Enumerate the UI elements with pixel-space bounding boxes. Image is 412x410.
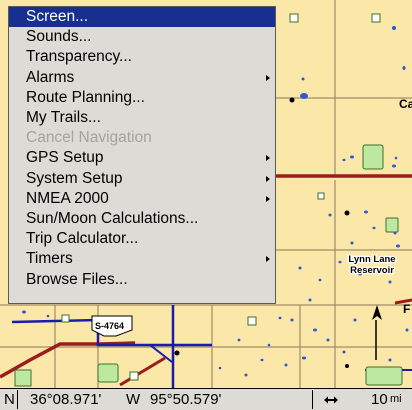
edge-label-f: F xyxy=(403,302,410,316)
submenu-arrow-icon xyxy=(266,155,270,162)
menu-item-cancel-navigation: Cancel Navigation xyxy=(9,128,275,148)
menu-item-timers[interactable]: Timers xyxy=(9,249,275,269)
menu-item-transparency[interactable]: Transparency... xyxy=(9,47,275,67)
menu-item-label: Alarms xyxy=(26,68,75,86)
menu-item-label: Route Planning... xyxy=(26,88,145,106)
menu-item-label: My Trails... xyxy=(26,109,101,126)
latitude-readout: 36°08.971' xyxy=(30,391,102,408)
submenu-arrow-icon xyxy=(266,175,270,182)
menu-item-label: NMEA 2000 xyxy=(26,189,109,207)
place-label-line2: Reservoir xyxy=(350,265,394,276)
menu-item-browse-files[interactable]: Browse Files... xyxy=(9,270,275,290)
submenu-arrow-icon xyxy=(266,74,270,81)
status-bar: N 36°08.971' W 95°50.579' 10 mi xyxy=(0,388,412,410)
gps-screen: S-4764 Lynn Lane Reservoir Ca F Screen..… xyxy=(0,0,412,410)
lon-hemisphere: W xyxy=(126,391,141,408)
status-divider xyxy=(17,390,18,409)
menu-item-sounds[interactable]: Sounds... xyxy=(9,27,275,47)
menu-item-route-planning[interactable]: Route Planning... xyxy=(9,88,275,108)
zoom-unit: mi xyxy=(390,393,402,405)
menu-item-label: Transparency... xyxy=(26,48,132,66)
menu-item-sun-moon-calculations[interactable]: Sun/Moon Calculations... xyxy=(9,209,275,229)
main-menu: Screen... Sounds... Transparency... Alarms R… xyxy=(8,6,276,304)
menu-item-label: Timers xyxy=(26,250,73,268)
submenu-arrow-icon xyxy=(266,256,270,263)
lat-hemisphere: N xyxy=(4,391,15,408)
menu-item-nmea-2000[interactable]: NMEA 2000 xyxy=(9,189,275,209)
menu-item-screen[interactable]: Screen... xyxy=(9,7,275,27)
status-divider xyxy=(312,390,313,409)
menu-item-alarms[interactable]: Alarms xyxy=(9,68,275,88)
submenu-arrow-icon xyxy=(266,195,270,202)
horizontal-double-arrow-icon[interactable] xyxy=(323,389,339,410)
edge-label-c: Ca xyxy=(399,97,412,111)
menu-item-label: GPS Setup xyxy=(26,149,104,167)
menu-item-gps-setup[interactable]: GPS Setup xyxy=(9,148,275,168)
menu-item-label: Trip Calculator... xyxy=(26,230,139,248)
place-label-line1: Lynn Lane xyxy=(348,254,395,265)
menu-item-label: Screen... xyxy=(26,8,89,25)
longitude-readout: 95°50.579' xyxy=(150,391,222,408)
menu-item-label: Sounds... xyxy=(26,28,92,46)
menu-item-label: Sun/Moon Calculations... xyxy=(26,210,199,227)
menu-item-my-trails[interactable]: My Trails... xyxy=(9,108,275,128)
menu-item-trip-calculator[interactable]: Trip Calculator... xyxy=(9,229,275,249)
zoom-value: 10 xyxy=(371,391,388,408)
menu-item-label: System Setup xyxy=(26,169,123,187)
menu-item-system-setup[interactable]: System Setup xyxy=(9,169,275,189)
menu-item-label: Cancel Navigation xyxy=(26,129,152,147)
road-label: S-4764 xyxy=(95,321,124,331)
menu-item-label: Browse Files... xyxy=(26,270,128,288)
